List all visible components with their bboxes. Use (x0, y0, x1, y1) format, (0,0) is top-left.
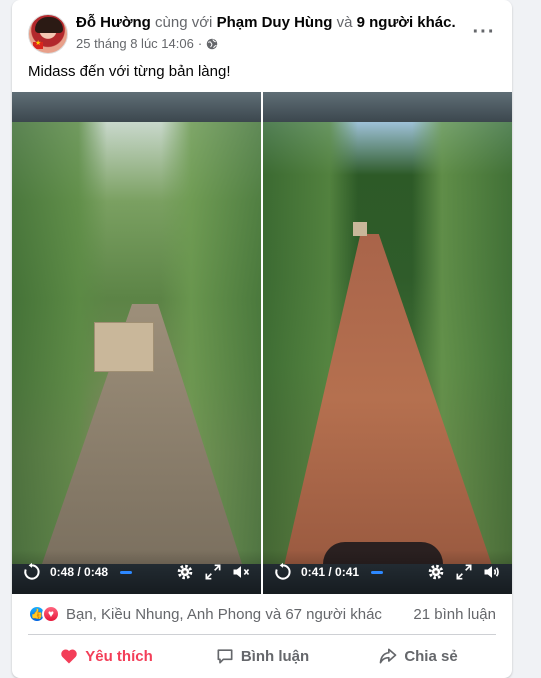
comment-count[interactable]: 21 bình luận (413, 606, 496, 623)
comment-label: Bình luận (240, 647, 310, 665)
with-text: cùng với (155, 14, 213, 31)
divider (28, 634, 496, 635)
progress-bar[interactable] (120, 570, 133, 574)
video-top-bar (12, 92, 261, 122)
reactions-bar: 👍 ♥ Bạn, Kiều Nhung, Anh Phong và 67 ngư… (28, 600, 496, 628)
share-icon (379, 648, 397, 664)
share-button[interactable]: Chia sẻ (340, 638, 496, 674)
post-actions: Yêu thích Bình luận Chia sẻ (28, 638, 496, 674)
settings-icon[interactable] (175, 562, 195, 582)
comment-button[interactable]: Bình luận (184, 638, 340, 674)
replay-icon[interactable] (22, 562, 42, 582)
meta-dot: · (197, 36, 203, 51)
post-meta: 25 tháng 8 lúc 14:06 · (76, 36, 218, 52)
love-icon: ♥ (42, 605, 60, 623)
volume-muted-icon[interactable] (231, 562, 251, 582)
video-player-2[interactable]: 0:41 / 0:41 (263, 92, 512, 594)
and-text: và (336, 14, 353, 31)
motorbike-cargo (94, 322, 154, 372)
post-timestamp[interactable]: 25 tháng 8 lúc 14:06 (76, 36, 194, 52)
author-name[interactable]: Đỗ Hường (76, 14, 151, 31)
flag-icon (33, 39, 43, 49)
globe-icon (206, 38, 218, 50)
reaction-summary[interactable]: Bạn, Kiều Nhung, Anh Phong và 67 người k… (66, 606, 413, 623)
post-card: Đỗ Hường cùng với Phạm Duy Hùng và 9 ngư… (12, 0, 512, 678)
love-button[interactable]: Yêu thích (28, 638, 184, 674)
more-options-icon[interactable]: ··· (468, 16, 500, 48)
video-player-1[interactable]: 0:48 / 0:48 (12, 92, 261, 594)
tagged-user[interactable]: Phạm Duy Hùng (217, 14, 333, 31)
tagged-others[interactable]: 9 người khác. (357, 14, 456, 31)
video-time: 0:41 / 0:41 (301, 565, 360, 579)
replay-icon[interactable] (273, 562, 293, 582)
settings-icon[interactable] (426, 562, 446, 582)
reaction-icons[interactable]: 👍 ♥ (28, 605, 60, 623)
video-controls: 0:48 / 0:48 (12, 550, 261, 594)
share-label: Chia sẻ (404, 647, 458, 665)
fullscreen-icon[interactable] (454, 562, 474, 582)
author-line: Đỗ Hường cùng với Phạm Duy Hùng và 9 ngư… (76, 13, 456, 33)
progress-bar[interactable] (371, 570, 384, 574)
heart-icon (61, 649, 77, 664)
video-frame (12, 122, 261, 564)
post-header: Đỗ Hường cùng với Phạm Duy Hùng và 9 ngư… (28, 12, 496, 56)
post-media: 0:48 / 0:48 0:41 / 0:41 (12, 92, 512, 594)
comment-icon (217, 649, 233, 664)
volume-icon[interactable] (482, 562, 502, 582)
post-caption: Midass đến với từng bản làng! (28, 63, 231, 80)
author-avatar[interactable] (28, 14, 68, 54)
motorbike-cargo (353, 222, 367, 236)
video-time: 0:48 / 0:48 (50, 565, 109, 579)
avatar-hair (35, 17, 63, 33)
video-top-bar (263, 92, 512, 122)
fullscreen-icon[interactable] (203, 562, 223, 582)
video-controls: 0:41 / 0:41 (263, 550, 512, 594)
video-frame (263, 122, 512, 564)
love-label: Yêu thích (85, 647, 153, 665)
